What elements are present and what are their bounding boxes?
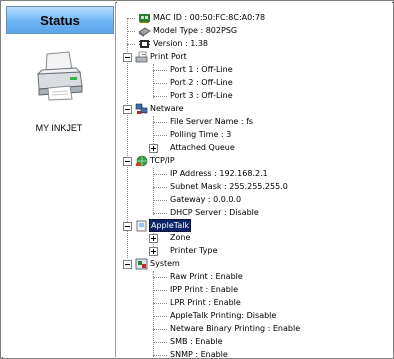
tree-node-zone[interactable]: Zone xyxy=(170,232,190,244)
print-port-collapse-toggle[interactable] xyxy=(123,53,132,62)
tcpip-globe-icon xyxy=(136,155,148,167)
tree-node-print-port[interactable]: Print Port xyxy=(150,51,187,63)
tree-item-file-server[interactable]: File Server Name : fs xyxy=(170,116,253,128)
tree-node-attached-queue[interactable]: Attached Queue xyxy=(170,142,235,154)
tree-item-ipp-print[interactable]: IPP Print : Enable xyxy=(170,284,238,296)
appletalk-icon xyxy=(136,220,147,232)
system-collapse-toggle[interactable] xyxy=(123,260,132,269)
tree-node-printer-type[interactable]: Printer Type xyxy=(170,245,218,257)
netware-collapse-toggle[interactable] xyxy=(123,105,132,114)
printer-name: MY INKJET xyxy=(35,123,83,133)
tree-node-tcpip[interactable]: TCP/IP xyxy=(150,155,175,167)
tree-item-port-1[interactable]: Port 1 : Off-Line xyxy=(170,64,233,76)
tree-item-port-2[interactable]: Port 2 : Off-Line xyxy=(170,77,233,89)
tree-item-mac-id[interactable]: MAC ID : 00:50:FC:8C:A0:78 xyxy=(153,12,265,24)
status-panel: Status MY INKJET xyxy=(2,2,116,357)
printer-type-expand-toggle[interactable] xyxy=(149,247,158,256)
tree-item-raw-print[interactable]: Raw Print : Enable xyxy=(170,271,243,283)
tree-item-appletalk-printing[interactable]: AppleTalk Printing: Disable xyxy=(170,310,276,322)
tree-item-polling-time[interactable]: Polling Time : 3 xyxy=(170,129,231,141)
tree-item-port-3[interactable]: Port 3 : Off-Line xyxy=(170,90,233,102)
tree-item-ip-address[interactable]: IP Address : 192.168.2.1 xyxy=(170,168,268,180)
tree-item-model-type[interactable]: Model Type : 802PSG xyxy=(153,25,237,37)
tree-node-netware[interactable]: Netware xyxy=(150,103,184,115)
netware-icon xyxy=(135,103,148,114)
network-card-icon xyxy=(139,14,150,23)
zone-expand-toggle[interactable] xyxy=(149,234,158,243)
tree-item-gateway[interactable]: Gateway : 0.0.0.0 xyxy=(170,194,241,206)
status-title: Status xyxy=(6,6,114,34)
tree-item-version[interactable]: Version : 1.38 xyxy=(153,38,208,50)
system-icon xyxy=(135,258,148,270)
device-tree[interactable]: MAC ID : 00:50:FC:8C:A0:78 Model Type : … xyxy=(117,2,392,357)
tree-item-subnet-mask[interactable]: Subnet Mask : 255.255.255.0 xyxy=(170,181,288,193)
chip-icon xyxy=(139,40,150,48)
tree-item-netware-binary-printing[interactable]: Netware Binary Printing : Enable xyxy=(170,323,300,335)
tree-item-snmp[interactable]: SNMP : Enable xyxy=(170,349,228,357)
tree-node-appletalk[interactable]: AppleTalk xyxy=(149,219,192,232)
printer-icon[interactable] xyxy=(34,50,84,102)
print-port-icon xyxy=(135,51,148,63)
appletalk-collapse-toggle[interactable] xyxy=(123,222,132,231)
tcpip-collapse-toggle[interactable] xyxy=(123,157,132,166)
tree-node-system[interactable]: System xyxy=(150,258,180,270)
tree-item-dhcp-server[interactable]: DHCP Server : Disable xyxy=(170,207,259,219)
model-icon xyxy=(138,27,151,37)
attached-queue-expand-toggle[interactable] xyxy=(149,144,158,153)
tree-item-smb[interactable]: SMB : Enable xyxy=(170,336,223,348)
tree-item-lpr-print[interactable]: LPR Print : Enable xyxy=(170,297,241,309)
